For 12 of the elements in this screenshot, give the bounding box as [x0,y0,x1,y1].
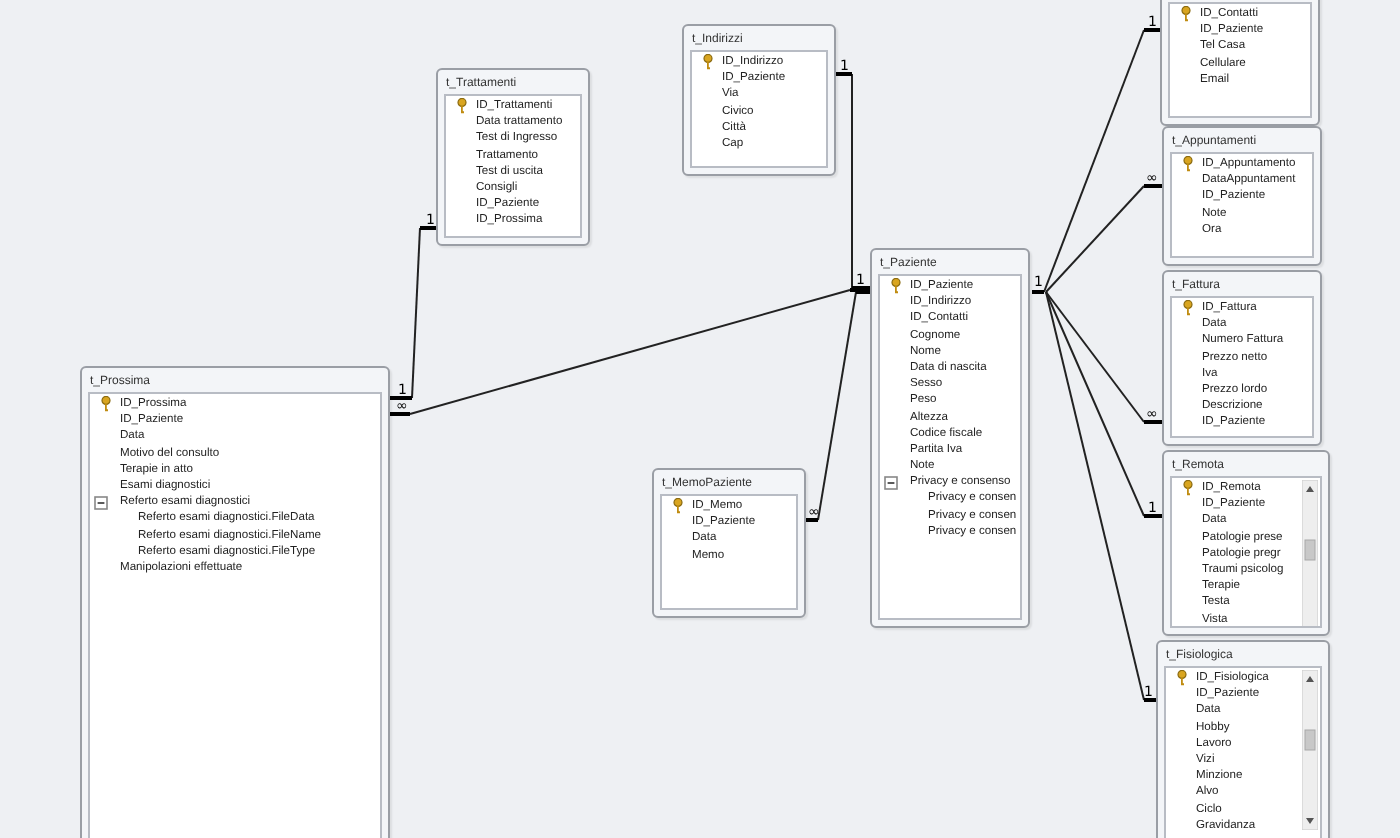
relationship-line[interactable] [806,290,870,522]
relationship-line[interactable] [836,72,870,290]
collapse-icon[interactable] [884,475,898,490]
relationship-line[interactable] [1044,290,1156,702]
relationship-line[interactable] [1044,290,1162,518]
relationship-line[interactable] [1032,28,1160,294]
relationship-line[interactable] [1044,290,1162,424]
relationship-line[interactable] [1044,184,1162,294]
relationship-line[interactable] [390,226,436,400]
scrollbar[interactable] [1302,480,1318,626]
scrollbar[interactable] [1302,670,1318,830]
collapse-icon[interactable] [94,495,108,510]
